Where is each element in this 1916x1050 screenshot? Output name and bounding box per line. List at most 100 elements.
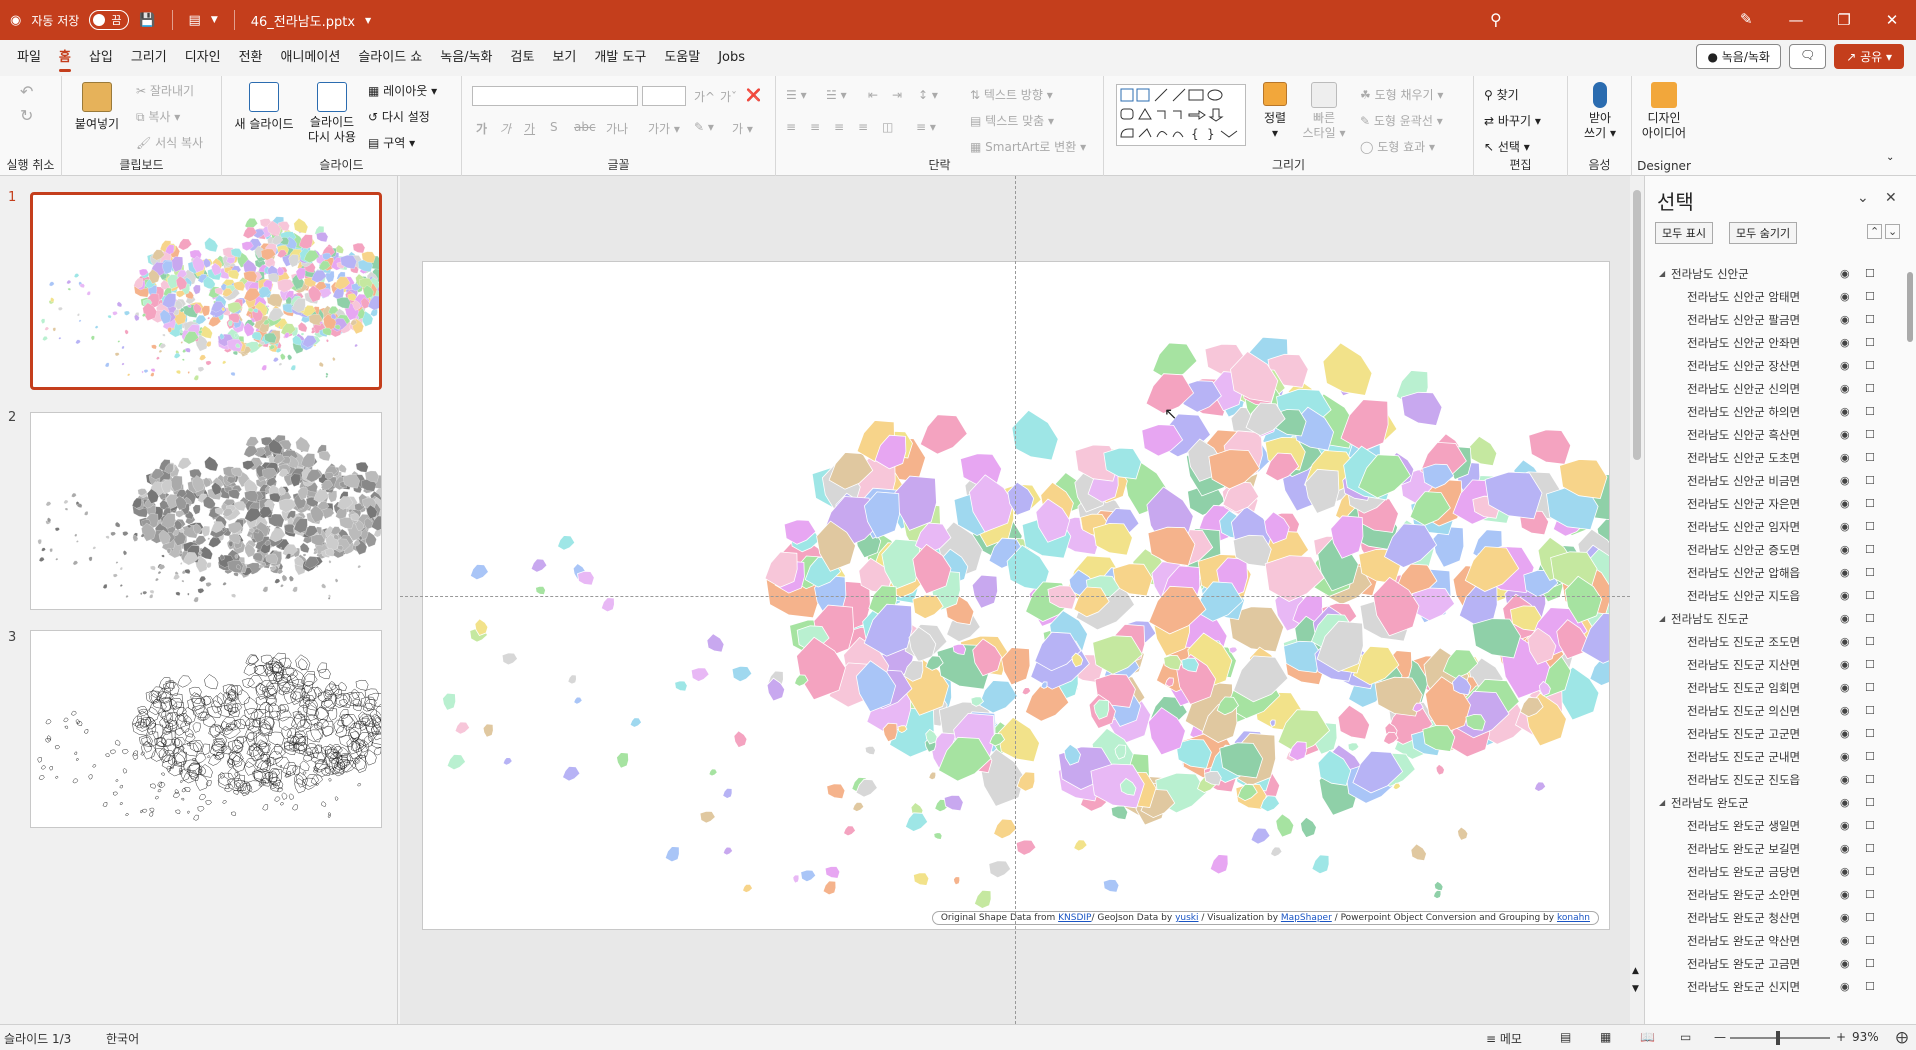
tree-item-row[interactable]: 전라남도 진도군 조도면 ◉ ☐ [1645, 630, 1905, 653]
tree-item-row[interactable]: 전라남도 신안군 암태면 ◉ ☐ [1645, 285, 1905, 308]
save-icon[interactable]: 💾 [139, 13, 155, 28]
visibility-eye-icon[interactable]: ◉ [1840, 957, 1850, 970]
zoom-out-icon[interactable]: — [1714, 1030, 1726, 1044]
lock-icon[interactable]: ☐ [1865, 704, 1875, 717]
lock-icon[interactable]: ☐ [1865, 635, 1875, 648]
slide-thumbnail-2[interactable] [30, 412, 382, 610]
notes-button[interactable]: ≡ 메모 [1486, 1030, 1522, 1047]
visibility-eye-icon[interactable]: ◉ [1840, 635, 1850, 648]
tree-item-row[interactable]: 전라남도 진도군 임회면 ◉ ☐ [1645, 676, 1905, 699]
slideshow-icon[interactable]: ▭ [1680, 1030, 1691, 1044]
tab-1[interactable]: 홈 [50, 40, 80, 76]
visibility-eye-icon[interactable]: ◉ [1840, 842, 1850, 855]
tab-11[interactable]: 개발 도구 [585, 40, 655, 76]
visibility-eye-icon[interactable]: ◉ [1840, 589, 1850, 602]
tab-10[interactable]: 보기 [543, 40, 585, 76]
next-slide-icon[interactable]: ▼ [1632, 984, 1639, 994]
bullets-icon[interactable]: ☰ ▾ [786, 88, 807, 102]
font-name-field[interactable] [472, 86, 638, 106]
align-text-button[interactable]: ▤ 텍스트 맞춤 ▾ [970, 112, 1054, 129]
lock-icon[interactable]: ☐ [1865, 773, 1875, 786]
customize-icon[interactable]: ▼ [211, 15, 218, 25]
lock-icon[interactable]: ☐ [1865, 405, 1875, 418]
lock-icon[interactable]: ☐ [1865, 865, 1875, 878]
slide-editor[interactable]: Original Shape Data from KNSDIP/ GeoJson… [400, 176, 1630, 1024]
yuski-link[interactable]: yuski [1175, 913, 1198, 923]
undo-icon[interactable]: ↶ [20, 82, 33, 101]
slide-thumbnail-1[interactable] [30, 192, 382, 390]
collapse-triangle-icon[interactable]: ◢ [1659, 614, 1671, 623]
visibility-eye-icon[interactable]: ◉ [1840, 497, 1850, 510]
align-center-icon[interactable]: ≡ [810, 120, 820, 134]
lock-icon[interactable]: ☐ [1865, 934, 1875, 947]
reuse-slides-button[interactable]: 슬라이드 다시 사용 [304, 82, 360, 145]
tree-item-row[interactable]: 전라남도 신안군 비금면 ◉ ☐ [1645, 469, 1905, 492]
lock-icon[interactable]: ☐ [1865, 267, 1875, 280]
lock-icon[interactable]: ☐ [1865, 888, 1875, 901]
collapse-triangle-icon[interactable]: ◢ [1659, 269, 1671, 278]
visibility-eye-icon[interactable]: ◉ [1840, 819, 1850, 832]
previous-slide-icon[interactable]: ▲ [1632, 966, 1639, 976]
tree-item-row[interactable]: 전라남도 완도군 신지면 ◉ ☐ [1645, 975, 1905, 998]
line-spacing-icon[interactable]: ↕ ▾ [918, 88, 938, 102]
visibility-eye-icon[interactable]: ◉ [1840, 865, 1850, 878]
visibility-eye-icon[interactable]: ◉ [1840, 658, 1850, 671]
grow-font-icon[interactable]: 가^ [694, 88, 715, 105]
strikethrough-button[interactable]: abc [574, 120, 596, 134]
visibility-eye-icon[interactable]: ◉ [1840, 566, 1850, 579]
lock-icon[interactable]: ☐ [1865, 451, 1875, 464]
text-direction-button[interactable]: ⇅ 텍스트 방향 ▾ [970, 86, 1053, 103]
visibility-eye-icon[interactable]: ◉ [1840, 336, 1850, 349]
bold-button[interactable]: 가 [476, 120, 487, 137]
restore-icon[interactable]: ❐ [1820, 0, 1868, 40]
tree-item-row[interactable]: 전라남도 신안군 팔금면 ◉ ☐ [1645, 308, 1905, 331]
lock-icon[interactable]: ☐ [1865, 957, 1875, 970]
font-size-field[interactable] [642, 86, 686, 106]
shapes-gallery[interactable]: { } [1116, 84, 1246, 146]
hide-all-button[interactable]: 모두 숨기기 [1729, 222, 1798, 244]
lock-icon[interactable]: ☐ [1865, 980, 1875, 993]
lock-icon[interactable]: ☐ [1865, 497, 1875, 510]
lock-icon[interactable]: ☐ [1865, 428, 1875, 441]
increase-indent-icon[interactable]: ⇥ [892, 88, 902, 102]
collapse-ribbon-icon[interactable]: ⌄ [1886, 152, 1894, 163]
section-button[interactable]: ▤ 구역 ▾ [368, 134, 415, 151]
tab-13[interactable]: Jobs [709, 40, 754, 76]
visibility-eye-icon[interactable]: ◉ [1840, 359, 1850, 372]
tree-item-row[interactable]: 전라남도 진도군 군내면 ◉ ☐ [1645, 745, 1905, 768]
horizontal-guide[interactable] [400, 596, 1630, 597]
bring-forward-icon[interactable]: ⌃ [1867, 224, 1883, 239]
paragraph-options-icon[interactable]: ≡ ▾ [916, 120, 936, 134]
lock-icon[interactable]: ☐ [1865, 566, 1875, 579]
shape-outline-button[interactable]: ✎ 도형 윤곽선 ▾ [1360, 112, 1443, 129]
tree-group-row[interactable]: ◢ 전라남도 신안군 ◉ ☐ [1645, 262, 1905, 285]
tab-6[interactable]: 애니메이션 [272, 40, 350, 76]
dictate-button[interactable]: 받아 쓰기 ▾ [1578, 82, 1622, 141]
visibility-eye-icon[interactable]: ◉ [1840, 934, 1850, 947]
redo-icon[interactable]: ↻ [20, 106, 33, 125]
align-right-icon[interactable]: ≡ [834, 120, 844, 134]
tree-item-row[interactable]: 전라남도 신안군 지도읍 ◉ ☐ [1645, 584, 1905, 607]
visibility-eye-icon[interactable]: ◉ [1840, 980, 1850, 993]
visibility-eye-icon[interactable]: ◉ [1840, 405, 1850, 418]
smartart-button[interactable]: ▦ SmartArt로 변환 ▾ [970, 138, 1086, 155]
reset-button[interactable]: ↺ 다시 설정 [368, 108, 430, 125]
lock-icon[interactable]: ☐ [1865, 290, 1875, 303]
tab-7[interactable]: 슬라이드 쇼 [349, 40, 431, 76]
tree-item-row[interactable]: 전라남도 신안군 장산면 ◉ ☐ [1645, 354, 1905, 377]
share-button[interactable]: ↗ 공유 ▾ [1834, 44, 1904, 69]
lock-icon[interactable]: ☐ [1865, 727, 1875, 740]
tree-item-row[interactable]: 전라남도 신안군 흑산면 ◉ ☐ [1645, 423, 1905, 446]
tab-12[interactable]: 도움말 [655, 40, 709, 76]
tree-item-row[interactable]: 전라남도 신안군 증도면 ◉ ☐ [1645, 538, 1905, 561]
tree-item-row[interactable]: 전라남도 신안군 신의면 ◉ ☐ [1645, 377, 1905, 400]
mapshaper-link[interactable]: MapShaper [1281, 913, 1332, 923]
fit-slide-icon[interactable]: ⨁ [1896, 1030, 1908, 1044]
tree-item-row[interactable]: 전라남도 신안군 도초면 ◉ ☐ [1645, 446, 1905, 469]
lock-icon[interactable]: ☐ [1865, 658, 1875, 671]
visibility-eye-icon[interactable]: ◉ [1840, 474, 1850, 487]
shadow-button[interactable]: S [550, 120, 558, 134]
find-button[interactable]: ⚲ 찾기 [1484, 86, 1519, 103]
copy-button[interactable]: ⧉ 복사 ▾ [136, 108, 180, 125]
visibility-eye-icon[interactable]: ◉ [1840, 796, 1850, 809]
